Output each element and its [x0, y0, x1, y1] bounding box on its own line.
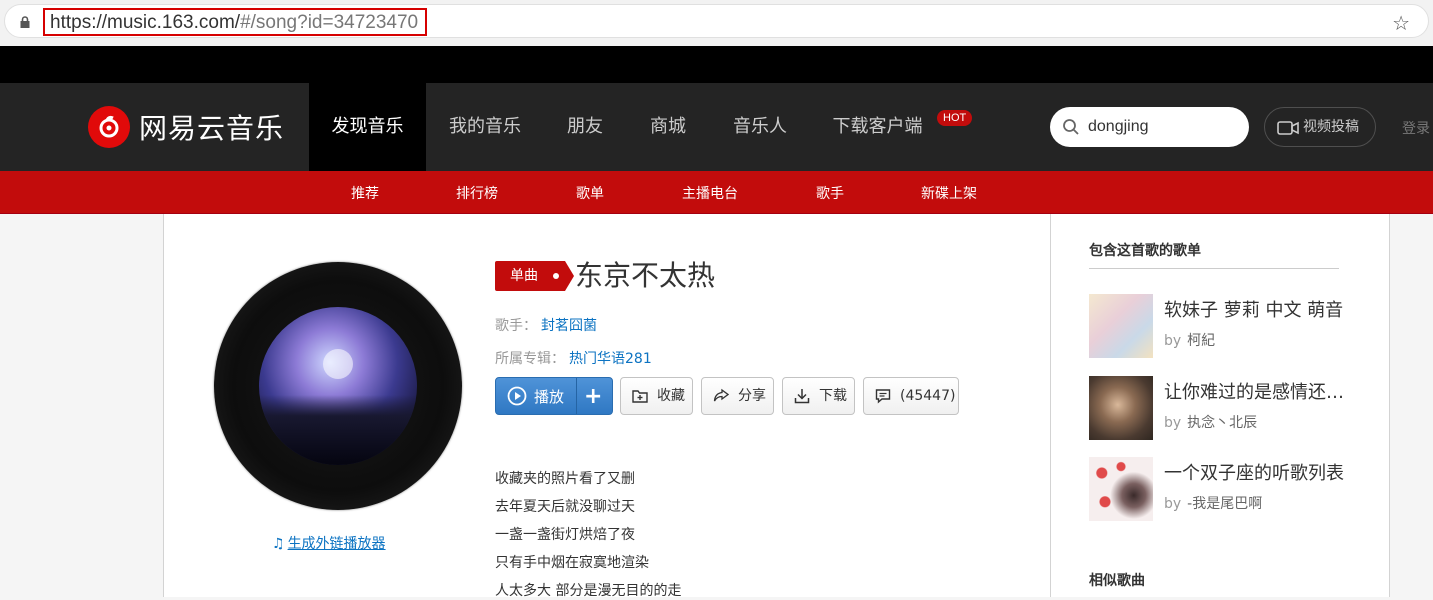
- nav-download-client[interactable]: 下载客户端: [820, 83, 935, 171]
- song-title: 东京不太热: [575, 259, 716, 292]
- playlist-author-row: by -我是尾巴啊: [1164, 496, 1263, 512]
- address-bar[interactable]: https://music.163.com/#/song?id=34723470…: [4, 4, 1429, 38]
- netease-music-logo-icon: [88, 106, 130, 148]
- nav-store[interactable]: 商城: [635, 83, 701, 171]
- album-cover-image: [259, 307, 417, 465]
- sub-nav: 推荐 排行榜 歌单 主播电台 歌手 新碟上架: [0, 171, 1433, 214]
- add-to-queue-button[interactable]: +: [584, 378, 602, 416]
- crowd-silhouette: [259, 395, 417, 465]
- album-row: 所属专辑： 热门华语281: [495, 351, 652, 367]
- top-nav: 网易云音乐 发现音乐 我的音乐 朋友 商城 音乐人 下载客户端 HOT 视频投稿…: [0, 83, 1433, 171]
- subnav-charts[interactable]: 排行榜: [456, 183, 498, 203]
- login-link[interactable]: 登录: [1402, 118, 1430, 138]
- playlists-heading: 包含这首歌的歌单: [1089, 243, 1201, 259]
- badge-dot: [553, 273, 559, 279]
- playlist-author[interactable]: 柯紀: [1187, 333, 1215, 349]
- play-icon: [507, 386, 527, 406]
- collect-button[interactable]: 收藏: [620, 377, 693, 415]
- playlist-title[interactable]: 让你难过的是感情还是自己: [1164, 378, 1344, 404]
- nav-discover-music[interactable]: 发现音乐: [309, 83, 426, 171]
- nav-musician[interactable]: 音乐人: [718, 83, 802, 171]
- playlist-item[interactable]: 一个双子座的听歌列表 by -我是尾巴啊: [1089, 457, 1349, 521]
- browser-toolbar: https://music.163.com/#/song?id=34723470…: [0, 0, 1433, 46]
- black-band: [0, 46, 1433, 83]
- album-link[interactable]: 热门华语281: [569, 351, 652, 367]
- lock-icon: [20, 16, 30, 28]
- share-icon: [713, 388, 729, 402]
- music-note-icon: ♫: [272, 536, 285, 552]
- playlist-title[interactable]: 一个双子座的听歌列表: [1164, 459, 1344, 485]
- lyric-line: 去年夏天后就没聊过天: [495, 499, 635, 515]
- url-text[interactable]: https://music.163.com/#/song?id=34723470: [50, 12, 418, 34]
- download-icon: [794, 389, 810, 404]
- lyric-line: 收藏夹的照片看了又删: [495, 471, 635, 487]
- playlist-item[interactable]: 软妹子 萝莉 中文 萌音 by 柯紀: [1089, 294, 1349, 358]
- site-logo[interactable]: 网易云音乐: [88, 104, 284, 150]
- similar-songs-heading: 相似歌曲: [1089, 573, 1145, 589]
- artist-row: 歌手： 封茗囧菌: [495, 318, 597, 334]
- play-button[interactable]: 播放 +: [495, 377, 613, 415]
- nav-friends[interactable]: 朋友: [552, 83, 618, 171]
- playlist-author-row: by 执念丶北辰: [1164, 415, 1258, 431]
- playlist-cover[interactable]: [1089, 376, 1153, 440]
- lyric-line: 只有手中烟在寂寞地渲染: [495, 555, 649, 571]
- subnav-recommend[interactable]: 推荐: [351, 183, 379, 203]
- download-button[interactable]: 下载: [782, 377, 855, 415]
- playlist-author[interactable]: -我是尾巴啊: [1187, 496, 1262, 512]
- collect-icon: [632, 390, 648, 403]
- subnav-radio[interactable]: 主播电台: [682, 183, 738, 203]
- heading-underline: [1089, 268, 1339, 269]
- playlist-author-row: by 柯紀: [1164, 333, 1216, 349]
- main-content: ♫ 生成外链播放器 单曲 东京不太热 歌手： 封茗囧菌 所属专辑： 热门华语281 播…: [163, 214, 1390, 599]
- bookmark-star-icon[interactable]: ☆: [1392, 11, 1410, 35]
- subnav-new-albums[interactable]: 新碟上架: [921, 183, 977, 203]
- comment-icon: [875, 389, 891, 404]
- playlist-item[interactable]: 让你难过的是感情还是自己 by执念丶北辰: [1089, 376, 1349, 440]
- share-button[interactable]: 分享: [701, 377, 774, 415]
- artist-link[interactable]: 封茗囧菌: [541, 318, 597, 334]
- video-upload-label: 视频投稿: [1303, 119, 1359, 135]
- cover-logo-icon: [323, 349, 353, 379]
- subnav-playlists[interactable]: 歌单: [576, 183, 604, 203]
- search-box[interactable]: [1050, 107, 1249, 147]
- nav-my-music[interactable]: 我的音乐: [432, 83, 538, 171]
- lyric-line: 人太多大 部分是漫无目的的走: [495, 583, 682, 599]
- playlist-title[interactable]: 软妹子 萝莉 中文 萌音: [1164, 296, 1344, 322]
- playlist-cover[interactable]: [1089, 457, 1153, 521]
- sidebar-divider: [1050, 214, 1051, 597]
- generate-player-link[interactable]: ♫ 生成外链播放器: [272, 533, 386, 553]
- video-upload-button[interactable]: 视频投稿: [1264, 107, 1376, 147]
- comment-button[interactable]: (45447): [863, 377, 959, 415]
- search-icon: [1063, 119, 1079, 135]
- play-divider: [576, 378, 577, 414]
- album-disc: [214, 262, 462, 510]
- playlist-cover[interactable]: [1089, 294, 1153, 358]
- hot-badge: HOT: [937, 110, 973, 126]
- playlist-author[interactable]: 执念丶北辰: [1187, 415, 1257, 431]
- logo-text: 网易云音乐: [139, 112, 285, 145]
- lyric-line: 一盏一盏街灯烘焙了夜: [495, 527, 635, 543]
- subnav-artists[interactable]: 歌手: [816, 183, 844, 203]
- single-badge: 单曲: [495, 261, 574, 291]
- search-input[interactable]: [1088, 116, 1238, 138]
- video-camera-icon: [1277, 121, 1299, 135]
